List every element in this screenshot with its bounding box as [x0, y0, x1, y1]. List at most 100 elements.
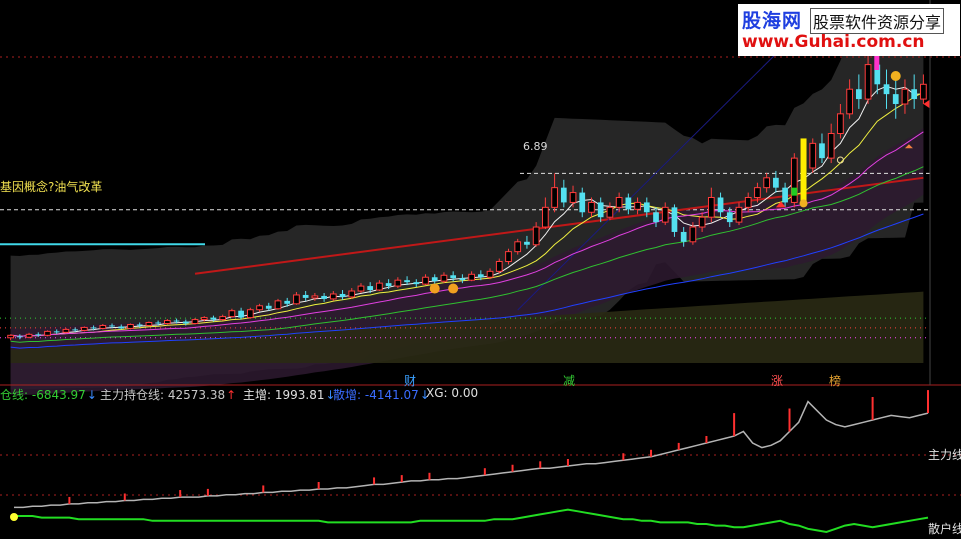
event-marker: 减 — [563, 374, 576, 388]
candle-body-up — [920, 83, 927, 100]
candle-body-down — [210, 317, 217, 320]
candle-body-down — [560, 187, 567, 203]
candle-body-down — [855, 89, 862, 100]
candle-body-down — [643, 202, 650, 213]
candle-body-up — [329, 293, 337, 300]
candle-body-down — [90, 327, 97, 329]
hand-icon — [448, 283, 459, 294]
candle-body-up — [542, 206, 549, 228]
candle-body-down — [109, 325, 115, 327]
candle-body-up — [551, 187, 558, 208]
candle-body-up — [790, 157, 798, 203]
candle-body-up — [569, 192, 577, 203]
candle-body-up — [44, 330, 51, 336]
indicator-arrow: ↓ — [86, 388, 97, 402]
hand-icon — [429, 283, 440, 294]
retail-line — [14, 508, 929, 534]
candle-body-down — [431, 277, 438, 282]
candle-body-up — [191, 319, 199, 324]
candle-body-up — [256, 305, 263, 311]
candle-body-up — [274, 300, 282, 310]
candle-body-up — [588, 201, 595, 213]
candle-body-up — [698, 216, 706, 228]
watermark-tagline: 股票软件资源分享 — [810, 8, 945, 34]
candle-body-down — [284, 300, 291, 304]
candle-body-down — [238, 310, 244, 318]
candle-body-up — [145, 322, 153, 326]
indicator-value: 1993.81 — [271, 388, 325, 402]
indicator-item: XG: 0.00 — [426, 386, 478, 400]
indicator-value: 0.00 — [447, 386, 479, 400]
indicator-name: 主力持仓线: — [100, 388, 165, 402]
candle-body-up — [744, 197, 752, 208]
candle-body-down — [717, 197, 724, 213]
signal-dot — [799, 199, 808, 208]
candle-body-down — [136, 324, 143, 326]
candle-body-down — [118, 326, 125, 329]
candle-body-down — [459, 278, 466, 281]
candle-body-down — [302, 294, 309, 298]
candle-body-up — [532, 226, 540, 246]
signal-bar-yellow — [800, 138, 807, 203]
candle-body-down — [579, 192, 586, 213]
start-dot — [10, 513, 18, 521]
retail-line-label: 散户线 — [928, 522, 961, 536]
candle-body-up — [422, 276, 429, 285]
candle-body-up — [689, 226, 697, 243]
candle-body-down — [524, 241, 530, 245]
candle-body-up — [486, 270, 494, 278]
watermark-brand: 股海网 — [742, 10, 803, 32]
candle-body-down — [911, 89, 918, 100]
candle-body-up — [200, 317, 208, 321]
candle-body-down — [182, 321, 189, 324]
candle-body-down — [883, 84, 890, 95]
candle-body-down — [625, 197, 632, 210]
candle-body-up — [163, 320, 171, 324]
candle-body-up — [514, 241, 522, 253]
candle-body-up — [606, 206, 614, 218]
candle-body-up — [62, 328, 70, 333]
stock-chart — [0, 0, 961, 534]
indicator-value: -4141.07 — [361, 388, 419, 402]
candle-body-up — [754, 187, 761, 198]
candle-body-up — [311, 295, 319, 299]
candle-body-down — [892, 94, 899, 104]
watermark-url: www.Guhai.com.cn — [742, 32, 925, 52]
signal-arrow-right — [923, 99, 930, 108]
candle-body-down — [404, 280, 410, 283]
indicator-arrow: ↑ — [226, 388, 237, 402]
candle-body-up — [735, 206, 743, 223]
indicator-item: 主力持仓线: 42573.38↑ — [100, 386, 236, 403]
candle-body-down — [173, 320, 180, 322]
candle-body-up — [763, 177, 771, 189]
candle-body-up — [376, 282, 383, 291]
candle-body-up — [293, 294, 300, 305]
candle-body-down — [367, 286, 374, 291]
candle-body-up — [357, 285, 365, 292]
candle-body-down — [72, 329, 79, 331]
signal-dot — [890, 71, 901, 81]
candle-body-down — [726, 212, 733, 223]
candle-body-down — [671, 207, 678, 232]
candle-body-up — [809, 142, 817, 169]
indicator-name: 散增: — [333, 388, 362, 402]
candle-body-up — [615, 197, 623, 208]
candle-body-down — [653, 212, 659, 223]
candle-body-up — [468, 273, 475, 281]
indicator-value: -6843.97 — [28, 388, 86, 402]
candle-body-up — [127, 323, 134, 329]
indicator-item: 仓线: -6843.97↓ — [0, 386, 97, 403]
candle-body-up — [846, 88, 853, 115]
candle-body-down — [450, 275, 457, 279]
signal-square-green — [791, 187, 798, 196]
candle-body-up — [827, 133, 835, 159]
candle-body-up — [219, 316, 227, 321]
candle-body-up — [81, 326, 88, 331]
candle-body-down — [339, 293, 346, 297]
price-label: 6.89 — [523, 140, 548, 153]
candle-body-down — [773, 177, 779, 188]
indicator-name: 仓线: — [0, 388, 29, 402]
candle-body-down — [35, 334, 42, 336]
candle-body-up — [348, 290, 356, 298]
candle-body-down — [680, 231, 687, 242]
